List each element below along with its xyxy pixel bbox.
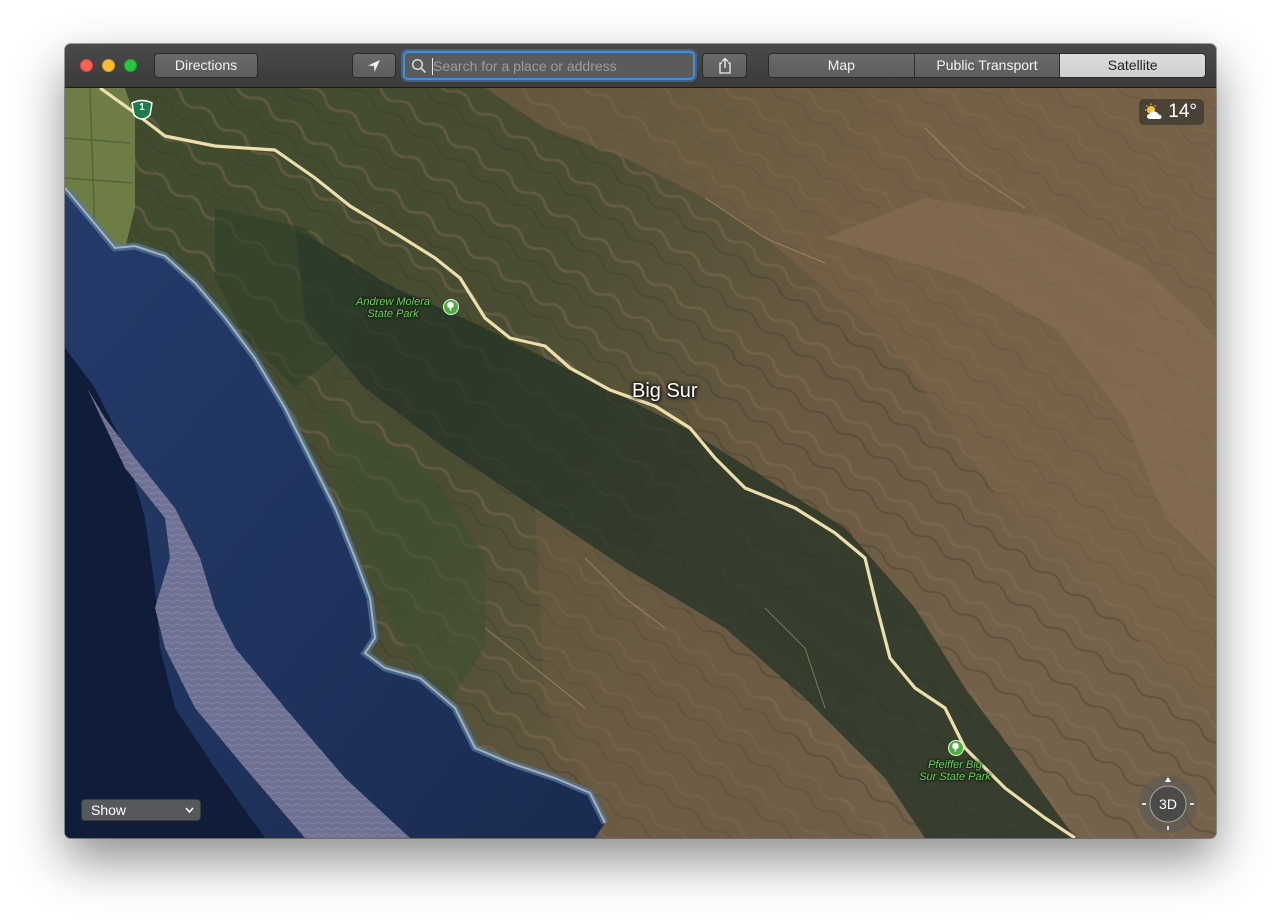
share-button[interactable]: [702, 53, 747, 78]
park-label[interactable]: Andrew Molera State Park: [343, 296, 443, 320]
map-canvas[interactable]: 1 Andrew Molera State Park Pfeiffer Big …: [65, 88, 1216, 838]
show-label: Show: [91, 802, 127, 818]
directions-button[interactable]: Directions: [154, 53, 258, 78]
tab-map[interactable]: Map: [769, 54, 915, 77]
compass-control[interactable]: 3D: [1138, 774, 1198, 834]
weather-badge[interactable]: 14°: [1139, 99, 1204, 125]
search-input[interactable]: [431, 56, 689, 76]
park-name-line: State Park: [367, 308, 419, 320]
tree-icon: [952, 742, 959, 752]
share-icon: [718, 57, 731, 74]
highway-number: 1: [139, 102, 145, 113]
maps-window: Directions Map Public Transport: [65, 44, 1216, 838]
tab-satellite[interactable]: Satellite: [1060, 54, 1205, 77]
park-pin[interactable]: [948, 740, 964, 756]
view-mode-control: Map Public Transport Satellite: [768, 53, 1206, 78]
current-location-button[interactable]: [352, 53, 396, 78]
show-dropdown[interactable]: Show: [81, 799, 201, 821]
park-name-line: Andrew Molera: [356, 296, 430, 308]
minimize-window-button[interactable]: [102, 59, 115, 72]
directions-label: Directions: [174, 57, 238, 73]
maximize-window-button[interactable]: [124, 59, 137, 72]
park-pin[interactable]: [443, 299, 459, 315]
partly-cloudy-icon: [1145, 103, 1162, 119]
satellite-imagery: [65, 88, 1216, 838]
location-arrow-icon: [368, 60, 380, 72]
chevron-down-icon: [185, 807, 194, 814]
close-window-button[interactable]: [80, 59, 93, 72]
city-label[interactable]: Big Sur: [632, 380, 698, 403]
search-icon: [411, 58, 426, 73]
park-name-line: Sur State Park: [919, 771, 991, 783]
park-name-line: Pfeiffer Big: [928, 759, 982, 771]
temperature-text: 14°: [1168, 101, 1197, 122]
tab-public-transport[interactable]: Public Transport: [914, 54, 1061, 77]
toolbar: Directions Map Public Transport: [65, 44, 1216, 88]
tree-icon: [447, 301, 454, 311]
park-label[interactable]: Pfeiffer Big Sur State Park: [905, 759, 1005, 783]
search-field[interactable]: [403, 51, 695, 80]
3d-toggle[interactable]: 3D: [1138, 774, 1198, 834]
